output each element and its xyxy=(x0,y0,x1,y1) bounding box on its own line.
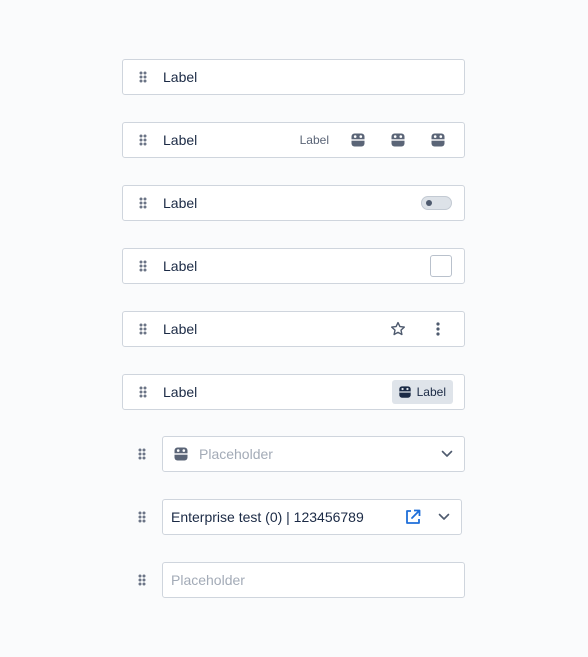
enterprise-value: Enterprise test (0) | 123456789 xyxy=(171,509,364,525)
enterprise-select[interactable]: Enterprise test (0) | 123456789 xyxy=(162,499,462,535)
input-placeholder: Placeholder xyxy=(171,572,245,588)
row-label: Label xyxy=(163,258,198,274)
row-label: Label xyxy=(163,195,198,211)
external-link-icon[interactable] xyxy=(404,508,422,526)
list-row-4[interactable]: Label xyxy=(122,248,465,284)
toggle-knob xyxy=(426,200,432,206)
drag-handle-icon[interactable] xyxy=(134,257,152,275)
drag-handle-icon[interactable] xyxy=(134,68,152,86)
row-label: Label xyxy=(163,132,198,148)
list-row-6[interactable]: Label Label xyxy=(122,374,465,410)
chevron-down-icon[interactable] xyxy=(431,513,457,521)
text-input[interactable]: Placeholder xyxy=(162,562,465,598)
list-row-1[interactable]: Label xyxy=(122,59,465,95)
star-icon[interactable] xyxy=(378,312,418,346)
secondary-label: Label xyxy=(299,133,329,147)
more-vertical-icon[interactable] xyxy=(418,312,458,346)
list-row-5[interactable]: Label xyxy=(122,311,465,347)
chip-label: Label xyxy=(416,385,446,399)
drag-handle-icon[interactable] xyxy=(134,383,152,401)
tag-chip[interactable]: Label xyxy=(391,380,453,404)
row-label: Label xyxy=(163,69,198,85)
robot-icon[interactable] xyxy=(338,123,378,157)
robot-icon[interactable] xyxy=(418,123,458,157)
list-row-3[interactable]: Label xyxy=(122,185,465,221)
row-label: Label xyxy=(163,384,198,400)
robot-icon xyxy=(173,446,189,462)
robot-icon[interactable] xyxy=(378,123,418,157)
row-label: Label xyxy=(163,321,198,337)
list-row-2[interactable]: Label Label xyxy=(122,122,465,158)
select-field[interactable]: Placeholder xyxy=(162,436,465,472)
drag-handle-icon[interactable] xyxy=(133,508,151,526)
drag-handle-icon[interactable] xyxy=(134,320,152,338)
checkbox[interactable] xyxy=(430,255,452,277)
chevron-down-icon[interactable] xyxy=(430,450,464,458)
drag-handle-icon[interactable] xyxy=(133,445,151,463)
robot-icon xyxy=(398,386,411,398)
drag-handle-icon[interactable] xyxy=(133,571,151,589)
drag-handle-icon[interactable] xyxy=(134,194,152,212)
toggle-switch[interactable] xyxy=(421,196,452,210)
select-placeholder: Placeholder xyxy=(199,446,273,462)
drag-handle-icon[interactable] xyxy=(134,131,152,149)
